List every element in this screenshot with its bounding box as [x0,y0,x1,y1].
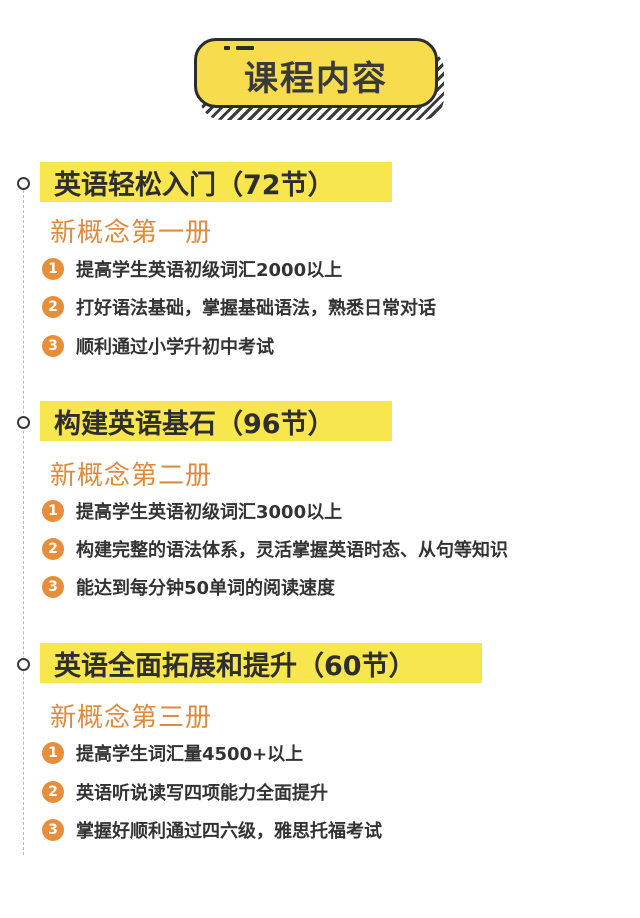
list-item-text: 能达到每分钟50单词的阅读速度 [76,578,336,599]
book-label: 新概念第二册 [50,461,213,491]
list-item: 3 能达到每分钟50单词的阅读速度 [42,574,335,600]
list-item: 3 掌握好顺利通过四六级，雅思托福考试 [42,817,382,843]
number-badge: 1 [42,742,64,764]
timeline-dot [17,416,30,429]
section-heading-bar: 英语全面拓展和提升（60节） [40,643,482,683]
timeline-dot [17,177,30,190]
list-item: 1 提高学生词汇量4500+以上 [42,740,303,766]
list-item-text: 掌握好顺利通过四六级，雅思托福考试 [76,821,382,842]
page-title: 课程内容 [244,58,388,99]
list-item-text: 顺利通过小学升初中考试 [76,337,274,358]
list-item: 2 构建完整的语法体系，灵活掌握英语时态、从句等知识 [42,536,508,562]
decorative-dash [224,46,254,50]
number-badge: 2 [42,538,64,560]
list-item-text: 构建完整的语法体系，灵活掌握英语时态、从句等知识 [76,540,508,561]
section-heading-bar: 英语轻松入门（72节） [40,162,392,202]
list-item-text: 打好语法基础，掌握基础语法，熟悉日常对话 [76,298,436,319]
list-item: 1 提高学生英语初级词汇2000以上 [42,256,342,282]
section-heading: 构建英语基石（96节） [54,408,335,440]
title-badge: 课程内容 [194,38,446,122]
number-badge: 2 [42,781,64,803]
number-badge: 2 [42,296,64,318]
list-item: 1 提高学生英语初级词汇3000以上 [42,498,342,524]
section-heading: 英语轻松入门（72节） [54,169,335,201]
list-item: 2 打好语法基础，掌握基础语法，熟悉日常对话 [42,294,436,320]
timeline-line [23,185,24,855]
list-item-text: 提高学生英语初级词汇2000以上 [76,260,343,281]
list-item: 3 顺利通过小学升初中考试 [42,333,274,359]
number-badge: 1 [42,258,64,280]
list-item: 2 英语听说读写四项能力全面提升 [42,779,328,805]
section-heading-bar: 构建英语基石（96节） [40,401,392,441]
number-badge: 3 [42,335,64,357]
list-item-text: 英语听说读写四项能力全面提升 [76,783,328,804]
list-item-text: 提高学生英语初级词汇3000以上 [76,502,343,523]
list-item-text: 提高学生词汇量4500+以上 [76,744,304,765]
book-label: 新概念第一册 [50,218,213,248]
book-label: 新概念第三册 [50,703,213,733]
number-badge: 3 [42,819,64,841]
number-badge: 3 [42,576,64,598]
section-heading: 英语全面拓展和提升（60节） [54,650,416,682]
timeline-dot [17,658,30,671]
number-badge: 1 [42,500,64,522]
